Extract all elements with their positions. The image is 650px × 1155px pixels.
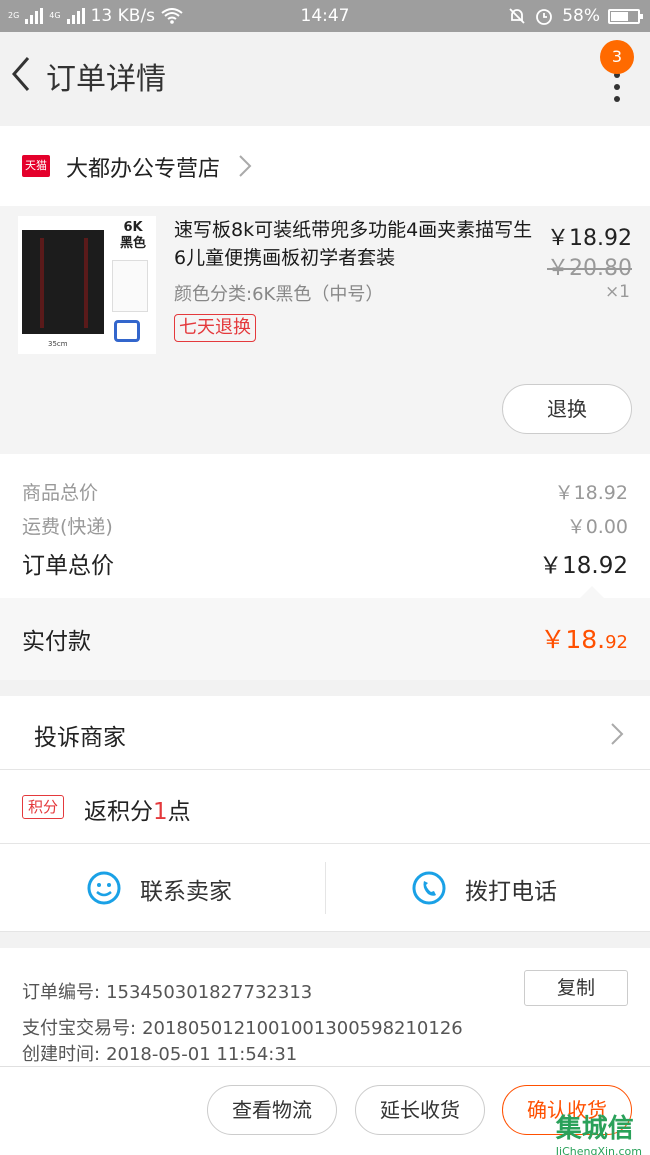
caret-pointer <box>580 586 604 598</box>
alipay-number-row: 支付宝交易号: 2018050121001001300598210126 <box>22 1014 463 1040</box>
alarm-icon <box>536 9 553 25</box>
shipping-value: ￥0.00 <box>566 516 628 538</box>
product-quantity: ×1 <box>604 282 630 302</box>
message-count-badge: 3 <box>600 40 634 74</box>
page-title: 订单详情 <box>46 62 166 97</box>
battery-percent: 58% <box>562 6 600 26</box>
chevron-right-icon <box>239 155 252 177</box>
amount-paid-row: 实付款 ￥18.92 <box>0 598 650 680</box>
shipping-label: 运费(快递) <box>22 516 113 538</box>
reward-points-row: 积分 返积分1点 <box>0 770 650 844</box>
chevron-right-icon <box>611 723 624 745</box>
goods-total-label: 商品总价 <box>22 482 99 504</box>
order-total-value: ￥18.92 <box>539 553 628 579</box>
created-time-value: 2018-05-01 11:54:31 <box>106 1044 298 1065</box>
alipay-number-label: 支付宝交易号: <box>22 1018 137 1039</box>
call-phone-button[interactable]: 拨打电话 <box>325 844 650 932</box>
created-time-label: 创建时间: <box>22 1044 101 1065</box>
extend-receipt-button[interactable]: 延长收货 <box>355 1085 485 1135</box>
clip-graphic <box>114 320 140 342</box>
bottom-action-bar: 查看物流 延长收货 确认收货 <box>0 1066 650 1155</box>
product-image-dimension: 35cm <box>48 340 68 348</box>
product-spec: 颜色分类:6K黑色（中号） <box>174 284 384 305</box>
shop-row[interactable]: 天猫 大都办公专营店 <box>0 126 650 206</box>
product-original-price: ￥20.80 <box>547 256 632 281</box>
price-summary: 商品总价 ￥18.92 运费(快递) ￥0.00 订单总价 ￥18.92 <box>0 454 650 598</box>
seven-day-return-tag: 七天退换 <box>174 314 256 342</box>
order-number-label: 订单编号: <box>22 982 101 1003</box>
reward-points-text: 返积分1点 <box>84 799 191 825</box>
chat-smiley-icon <box>87 871 121 905</box>
status-bar: 2G 4G 13 KB/s 14:47 58% <box>0 0 650 32</box>
tmall-logo-icon: 天猫 <box>22 155 50 177</box>
contact-bar: 联系卖家 拨打电话 <box>0 844 650 932</box>
contact-seller-button[interactable]: 联系卖家 <box>0 844 325 932</box>
contact-seller-label: 联系卖家 <box>140 879 232 905</box>
product-image-label: 6K 黑色 <box>120 220 147 251</box>
order-number-row: 订单编号: 153450301827732313 <box>22 978 312 1004</box>
product-name[interactable]: 速写板8k可装纸带兜多功能4画夹素描写生6儿童便携画板初学者套装 <box>174 216 534 272</box>
order-number-value: 153450301827732313 <box>106 982 313 1003</box>
created-time-row: 创建时间: 2018-05-01 11:54:31 <box>22 1040 297 1066</box>
battery-icon <box>608 8 643 24</box>
complain-seller-row[interactable]: 投诉商家 <box>0 696 650 770</box>
view-logistics-button[interactable]: 查看物流 <box>207 1085 337 1135</box>
product-price: ￥18.92 <box>547 226 632 251</box>
back-arrow-icon[interactable] <box>8 54 36 94</box>
status-right: 58% <box>508 6 643 26</box>
call-phone-label: 拨打电话 <box>465 879 557 905</box>
sketchboard-graphic <box>22 230 104 334</box>
product-item[interactable]: 6K 黑色 35cm 速写板8k可装纸带兜多功能4画夹素描写生6儿童便携画板初学… <box>0 206 650 454</box>
phone-icon <box>412 871 446 905</box>
order-total-label: 订单总价 <box>22 553 114 579</box>
product-image[interactable]: 6K 黑色 35cm <box>18 216 156 354</box>
copy-button[interactable]: 复制 <box>524 970 628 1006</box>
watermark-logo: 集城信 JiChengXin.com <box>555 1114 642 1155</box>
more-menu-icon[interactable] <box>614 72 620 102</box>
points-tag: 积分 <box>22 795 64 819</box>
alipay-number-value: 2018050121001001300598210126 <box>142 1018 463 1039</box>
amount-paid-label: 实付款 <box>22 629 91 655</box>
complain-seller-label: 投诉商家 <box>34 725 126 751</box>
goods-total-value: ￥18.92 <box>554 482 628 504</box>
paper-graphic <box>112 260 148 312</box>
return-exchange-button[interactable]: 退换 <box>502 384 632 434</box>
mute-bell-icon <box>509 8 525 24</box>
amount-paid-value: ￥18.92 <box>540 625 628 654</box>
order-info: 订单编号: 153450301827732313 复制 支付宝交易号: 201805… <box>0 948 650 1066</box>
page-header: 订单详情 3 <box>0 32 650 120</box>
shop-name: 大都办公专营店 <box>66 157 221 182</box>
